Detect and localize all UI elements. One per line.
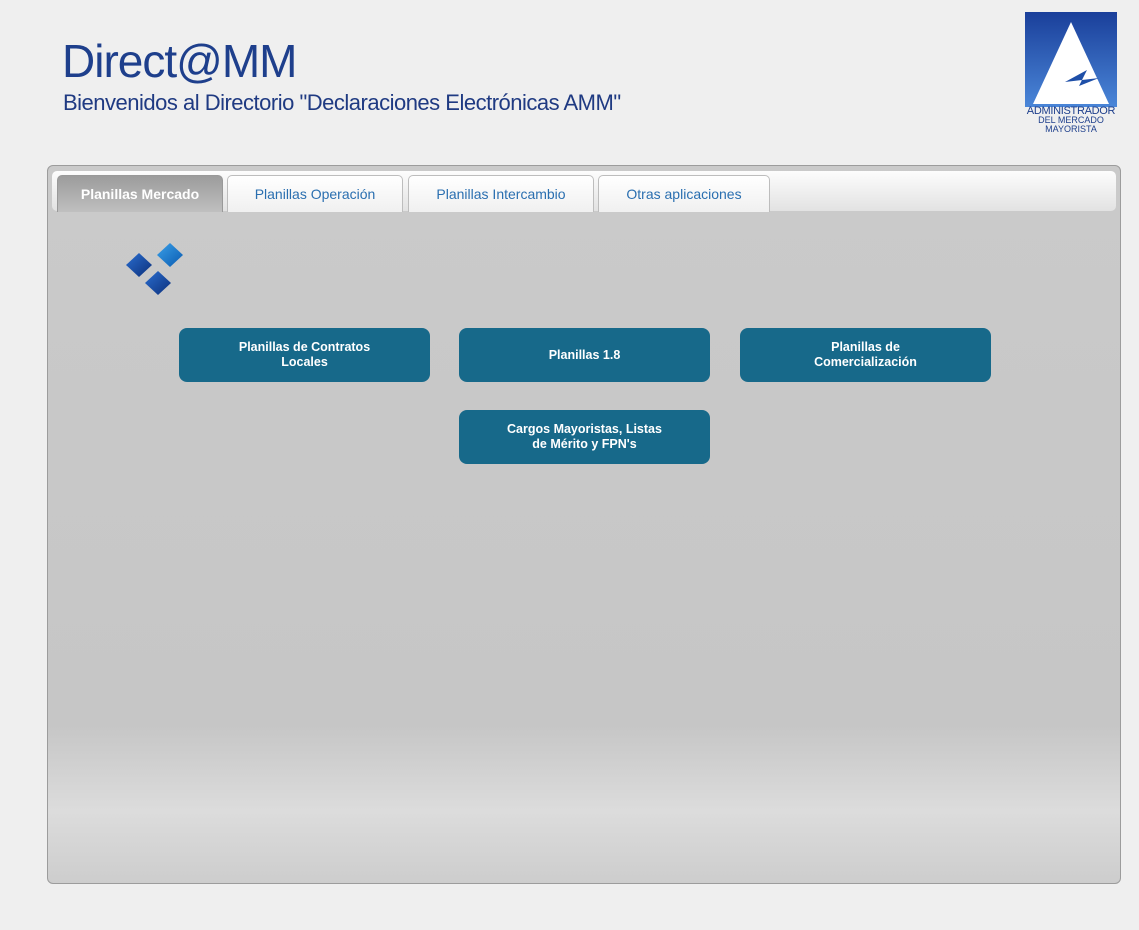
brand-subtitle: Bienvenidos al Directorio "Declaraciones… xyxy=(63,90,621,115)
amm-logo: ADMINISTRADOR DEL MERCADO MAYORISTA xyxy=(1012,12,1130,144)
planillas-contratos-locales-button[interactable]: Planillas de Contratos Locales xyxy=(179,328,430,382)
logo-line-3: MAYORISTA xyxy=(1045,124,1097,134)
tab-bar: Planillas Mercado Planillas Operación Pl… xyxy=(52,171,1116,212)
planillas-comercializacion-button[interactable]: Planillas de Comercialización xyxy=(740,328,991,382)
planillas-1-8-button[interactable]: Planillas 1.8 xyxy=(459,328,710,382)
brand-title: Direct@MM xyxy=(62,35,297,87)
tab-planillas-operacion[interactable]: Planillas Operación xyxy=(227,175,403,212)
tab-planillas-intercambio[interactable]: Planillas Intercambio xyxy=(408,175,594,212)
diamond-logo-icon xyxy=(126,243,183,295)
tab-planillas-mercado[interactable]: Planillas Mercado xyxy=(57,175,223,212)
cargos-mayoristas-button[interactable]: Cargos Mayoristas, Listas de Mérito y FP… xyxy=(459,410,710,464)
main-panel: Planillas Mercado Planillas Operación Pl… xyxy=(47,165,1121,884)
amm-logo-triangle-icon xyxy=(1025,12,1117,107)
tab-otras-aplicaciones[interactable]: Otras aplicaciones xyxy=(598,175,770,212)
